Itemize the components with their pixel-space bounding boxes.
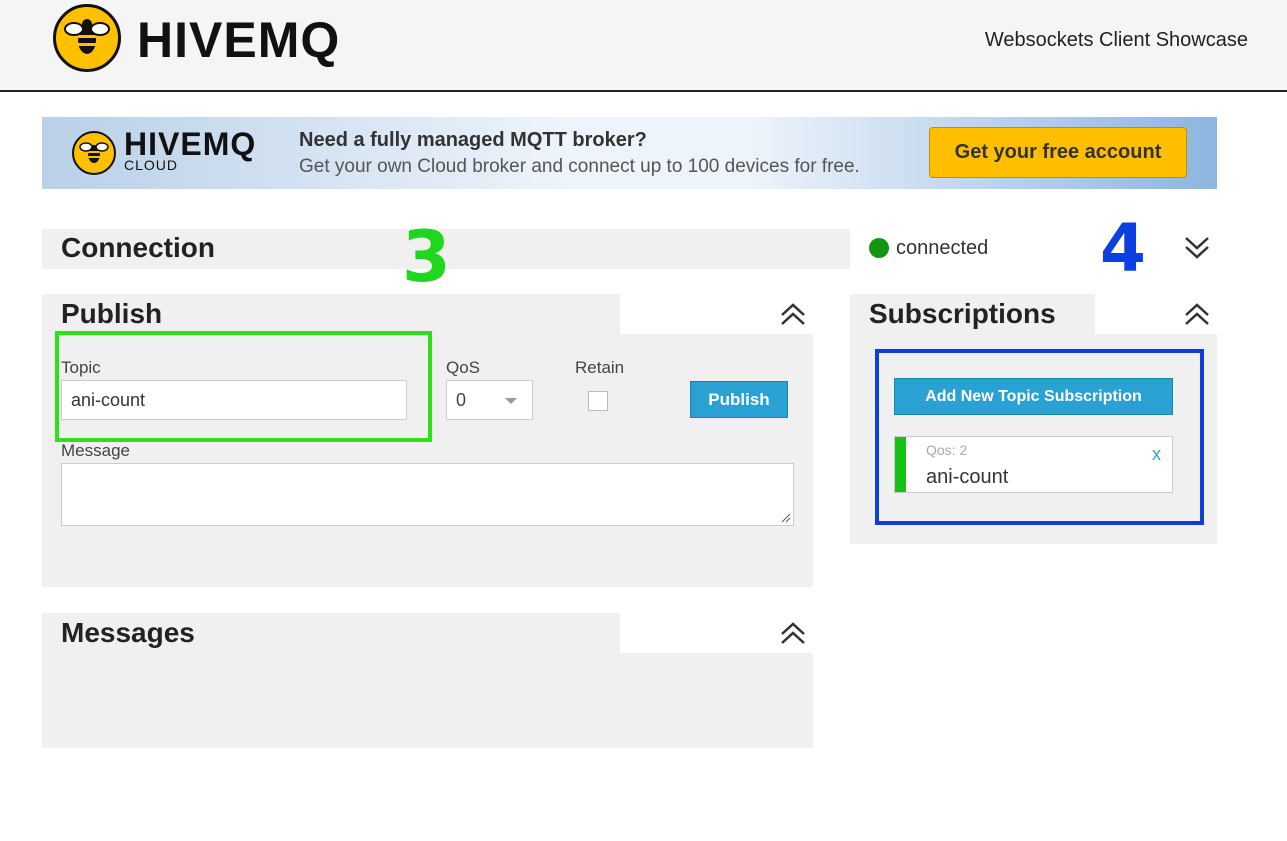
retain-label: Retain — [575, 358, 625, 377]
banner-logo-subtitle: CLOUD — [124, 157, 179, 173]
add-subscription-button[interactable]: Add New Topic Subscription — [894, 378, 1173, 415]
subscription-topic: ani-count — [926, 466, 1009, 488]
annotation-number-4: 4 — [1100, 210, 1146, 287]
qos-selected-value: 0 — [456, 390, 467, 410]
message-label: Message — [61, 441, 130, 460]
bee-logo-icon — [53, 4, 121, 72]
subscriptions-panel: Subscriptions Add New Topic Subscription… — [850, 294, 1217, 544]
app-header: HIVEMQ Websockets Client Showcase — [0, 0, 1287, 92]
qos-select[interactable]: 0 — [446, 380, 533, 420]
bee-logo-icon — [72, 131, 116, 175]
double-chevron-up-icon[interactable] — [1184, 300, 1210, 330]
get-free-account-button[interactable]: Get your free account — [929, 127, 1187, 178]
banner-headline: Need a fully managed MQTT broker? — [299, 129, 647, 151]
double-chevron-up-icon[interactable] — [780, 300, 806, 330]
connection-status-dot — [869, 238, 889, 258]
retain-checkbox[interactable] — [588, 391, 608, 411]
publish-button[interactable]: Publish — [690, 381, 788, 418]
messages-panel: Messages — [42, 613, 813, 748]
publish-title: Publish — [61, 298, 163, 329]
annotation-highlight-topic — [55, 331, 432, 442]
dropdown-arrow-icon — [505, 398, 517, 404]
publish-panel: Publish Topic ani-count QoS 0 Retain Pub… — [42, 294, 813, 587]
double-chevron-down-icon[interactable] — [1184, 233, 1210, 263]
connection-status-text: connected — [896, 237, 989, 259]
banner-logo-text: HIVEMQ — [124, 126, 257, 162]
subscription-color-bar — [895, 437, 906, 492]
banner-subline: Get your own Cloud broker and connect up… — [299, 156, 860, 177]
brand-logo-text: HIVEMQ — [137, 12, 341, 68]
subscription-qos: Qos: 2 — [926, 442, 968, 458]
promo-banner[interactable]: HIVEMQ CLOUD Need a fully managed MQTT b… — [42, 117, 1217, 189]
connection-title: Connection — [61, 232, 215, 263]
subscription-item[interactable]: Qos: 2 ani-count x — [894, 436, 1173, 493]
resize-grip-icon[interactable] — [781, 513, 791, 523]
unsubscribe-close-icon[interactable]: x — [1152, 444, 1161, 465]
message-textarea[interactable] — [61, 463, 794, 526]
annotation-number-3: 3 — [402, 216, 451, 298]
subscriptions-title: Subscriptions — [869, 298, 1056, 329]
messages-title: Messages — [61, 617, 195, 648]
double-chevron-up-icon[interactable] — [780, 619, 806, 649]
qos-label: QoS — [446, 358, 481, 377]
header-title: Websockets Client Showcase — [984, 29, 1248, 51]
